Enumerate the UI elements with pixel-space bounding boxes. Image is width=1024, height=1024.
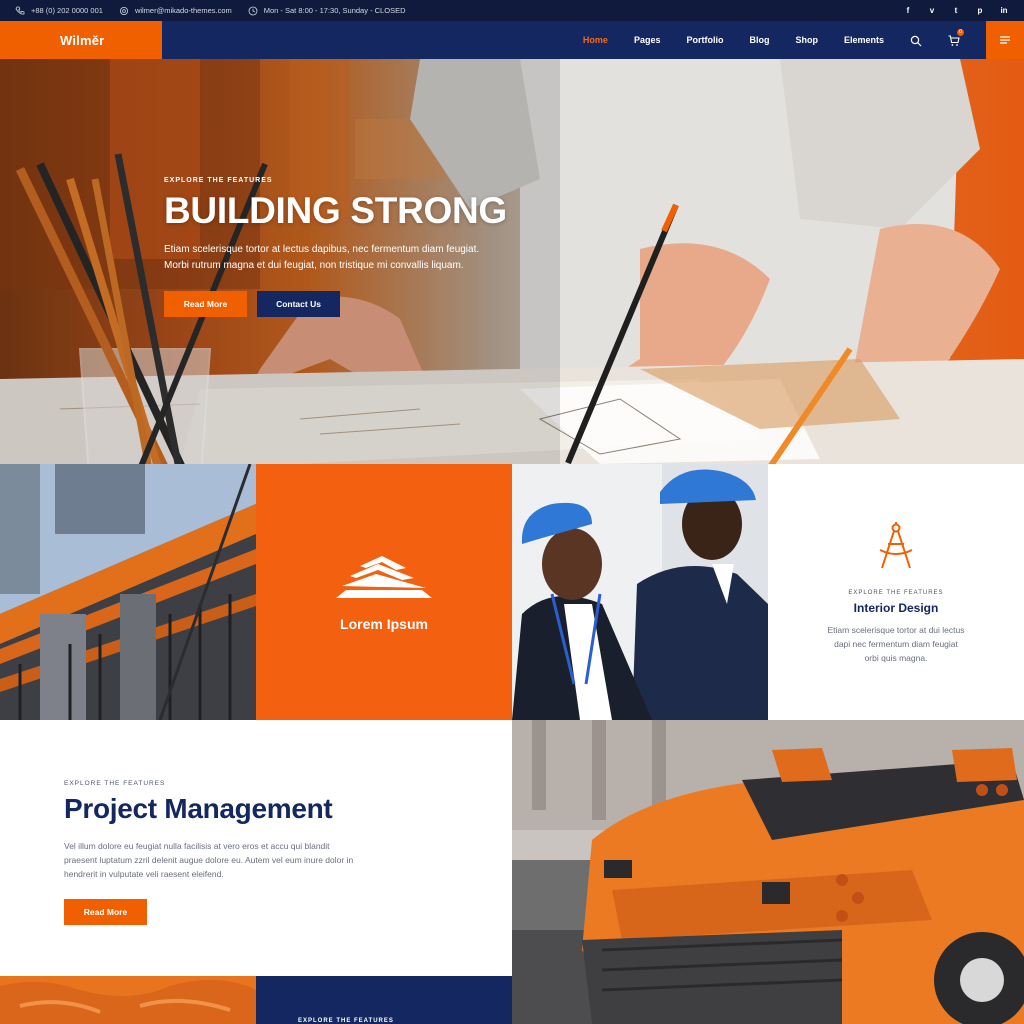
drafting-compass-icon (879, 521, 913, 568)
side-menu-button[interactable] (986, 21, 1024, 59)
nav-item-blog[interactable]: Blog (749, 35, 769, 45)
top-info-bar: +88 (0) 202 0000 001 wilmer@mikado-theme… (0, 0, 1024, 21)
road-roller-illustration (512, 720, 1024, 1024)
project-title: Project Management (64, 793, 333, 824)
hours-info: Mon - Sat 8:00 - 17:30, Sunday - CLOSED (248, 6, 406, 16)
hero-buttons: Read More Contact Us (164, 291, 507, 317)
hero-content: EXPLORE THE FEATURES BUILDING STRONG Eti… (164, 177, 507, 317)
vimeo-icon[interactable]: v (927, 6, 937, 15)
nav-item-shop[interactable]: Shop (795, 35, 818, 45)
hero-background-image (0, 59, 1024, 464)
cart-icon (948, 35, 960, 46)
engineers-photo (512, 464, 768, 720)
project-description: Vel illum dolore eu feugiat nulla facili… (64, 841, 354, 879)
building-logo-icon (336, 556, 432, 598)
hero-description: Etiam scelerisque tortor at lectus dapib… (164, 244, 480, 271)
email-address: wilmer@mikado-themes.com (134, 6, 232, 15)
interior-title: Interior Design (853, 600, 939, 615)
hero-title: BUILDING STRONG (164, 190, 507, 231)
orange-texture-image (0, 976, 256, 1024)
main-navigation: Wilmĕr Home Pages Portfolio Blog Shop El… (0, 21, 1024, 59)
opening-hours: Mon - Sat 8:00 - 17:30, Sunday - CLOSED (263, 6, 406, 15)
interior-design-card: EXPLORE THE FEATURES Interior Design Eti… (768, 464, 1024, 720)
nav-item-home[interactable]: Home (583, 35, 608, 45)
phone-icon (15, 6, 25, 15)
construction-scaffold-image (0, 464, 256, 720)
social-links: f v t p in (903, 6, 1009, 15)
linkedin-icon[interactable]: in (999, 6, 1009, 15)
nav-item-elements[interactable]: Elements (844, 35, 884, 45)
nav-item-portfolio[interactable]: Portfolio (686, 35, 723, 45)
interior-description: Etiam scelerisque tortor at dui lectus d… (827, 624, 965, 663)
project-read-more-button[interactable]: Read More (64, 899, 147, 925)
pinterest-icon[interactable]: p (975, 6, 985, 15)
email-icon (119, 6, 128, 15)
project-management-content: EXPLORE THE FEATURES Project Management … (64, 780, 364, 925)
email-info: wilmer@mikado-themes.com (119, 6, 232, 16)
nav-item-pages[interactable]: Pages (634, 35, 661, 45)
project-kicker: EXPLORE THE FEATURES (64, 780, 166, 787)
scaffold-illustration (0, 464, 256, 720)
project-management-section: EXPLORE THE FEATURES Project Management … (0, 720, 512, 976)
hero-slider: EXPLORE THE FEATURES BUILDING STRONG Eti… (0, 59, 1024, 464)
texture-illustration (0, 976, 256, 1024)
interior-kicker: EXPLORE THE FEATURES (848, 589, 944, 596)
menu-icon (1000, 36, 1010, 44)
phone-info: +88 (0) 202 0000 001 (15, 6, 103, 16)
cart-button[interactable]: 0 (948, 29, 964, 46)
phone-number: +88 (0) 202 0000 001 (31, 6, 103, 15)
bottom-kicker: EXPLORE THE FEATURES (298, 1018, 394, 1024)
search-icon (910, 35, 922, 47)
hero-kicker: EXPLORE THE FEATURES (164, 177, 273, 184)
brand-tile: Lorem Ipsum (256, 464, 512, 720)
nav-menu: Home Pages Portfolio Blog Shop Elements … (583, 21, 1024, 59)
facebook-icon[interactable]: f (903, 6, 913, 15)
contact-us-button[interactable]: Contact Us (257, 291, 340, 317)
site-logo[interactable]: Wilmĕr (0, 21, 162, 59)
clock-icon (248, 6, 258, 15)
bottom-feature-tile: EXPLORE THE FEATURES (256, 976, 512, 1024)
search-button[interactable] (910, 34, 922, 47)
twitter-icon[interactable]: t (951, 6, 961, 15)
read-more-button[interactable]: Read More (164, 291, 247, 317)
cart-count-badge: 0 (957, 29, 964, 36)
brand-label: Lorem Ipsum (340, 616, 428, 632)
road-roller-photo (512, 720, 1024, 1024)
engineers-illustration (512, 464, 768, 720)
